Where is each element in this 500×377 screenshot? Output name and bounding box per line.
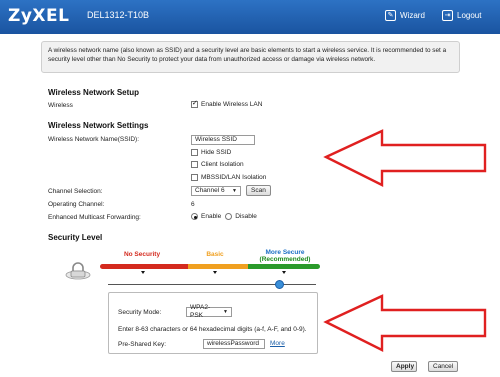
annotation-arrow-upper [323,129,487,187]
operating-channel-value: 6 [191,201,195,208]
security-slider-track[interactable] [108,284,316,285]
mbssid-isolation-label: MBSSID/LAN Isolation [201,174,267,181]
hide-ssid-checkbox[interactable] [191,149,198,156]
ssid-input[interactable]: Wireless SSID [191,135,255,145]
operating-channel-label: Operating Channel: [48,201,105,208]
enable-wlan-label: Enable Wireless LAN [201,101,263,108]
security-slider-handle[interactable] [275,280,284,289]
level-no-security-label: No Security [123,251,161,258]
security-bar-green [248,264,320,269]
device-model: DEL1312-T10B [87,10,150,20]
level-marker-3 [282,271,286,274]
multicast-radio-group: Enable Disable [191,213,257,220]
info-box: A wireless network name (also known as S… [41,41,460,73]
wireless-label: Wireless [48,102,73,109]
zyxel-logo: ZyXEL [8,6,70,26]
wizard-label: Wizard [400,11,425,20]
ssid-label: Wireless Network Name(SSID): [48,136,140,143]
security-mode-select[interactable]: WPA2-PSK ▼ [186,304,232,319]
wireless-settings-title: Wireless Network Settings [48,121,149,130]
level-recommended-label: (Recommended) [259,256,311,263]
lock-icon [65,262,91,280]
wizard-icon: ✎ [385,10,396,21]
cancel-button[interactable]: Cancel [428,361,458,372]
level-more-secure-label: More Secure [265,249,305,256]
annotation-arrow-lower [323,294,487,352]
channel-select-value: Channel 6 [195,187,225,194]
apply-button[interactable]: Apply [391,361,417,372]
psk-input[interactable]: wirelessPassword [203,339,265,349]
multicast-disable-radio[interactable] [225,213,233,220]
security-bar-red [100,264,188,269]
multicast-enable-label: Enable [201,213,222,220]
top-header-bar: ZyXEL DEL1312-T10B ✎ Wizard ⇥ Logout [0,0,500,34]
psk-hint: Enter 8-63 characters or 64 hexadecimal … [118,326,307,333]
logout-icon: ⇥ [442,10,453,21]
level-marker-2 [213,271,217,274]
logout-link[interactable]: ⇥ Logout [442,10,481,21]
mbssid-isolation-control[interactable]: MBSSID/LAN Isolation [191,174,266,181]
multicast-enable-radio[interactable] [191,213,198,220]
mbssid-isolation-checkbox[interactable] [191,174,198,181]
security-bar-orange [188,264,248,269]
security-level-title: Security Level [48,233,103,242]
multicast-forwarding-label: Enhanced Multicast Forwarding: [48,214,141,221]
client-isolation-checkbox[interactable] [191,161,198,168]
hide-ssid-label: Hide SSID [201,149,232,156]
client-isolation-label: Client Isolation [201,161,244,168]
level-basic-label: Basic [206,251,224,258]
security-mode-value: WPA2-PSK [190,304,211,319]
security-mode-label: Security Mode: [118,309,162,316]
enable-wlan-checkbox[interactable] [191,99,198,108]
wireless-setup-title: Wireless Network Setup [48,88,140,97]
level-marker-1 [141,271,145,274]
chevron-down-icon: ▼ [232,188,237,194]
wizard-link[interactable]: ✎ Wizard [385,10,425,21]
enable-wlan-control[interactable]: Enable Wireless LAN [191,99,263,108]
chevron-down-icon: ▼ [223,309,228,315]
logout-label: Logout [457,11,482,20]
channel-selection-label: Channel Selection: [48,188,103,195]
more-link[interactable]: More [270,340,285,347]
hide-ssid-control[interactable]: Hide SSID [191,149,231,156]
channel-select[interactable]: Channel 6 ▼ [191,186,241,196]
client-isolation-control[interactable]: Client Isolation [191,161,244,168]
multicast-disable-label: Disable [235,213,257,220]
psk-label: Pre-Shared Key: [118,341,167,348]
scan-button[interactable]: Scan [246,185,271,196]
